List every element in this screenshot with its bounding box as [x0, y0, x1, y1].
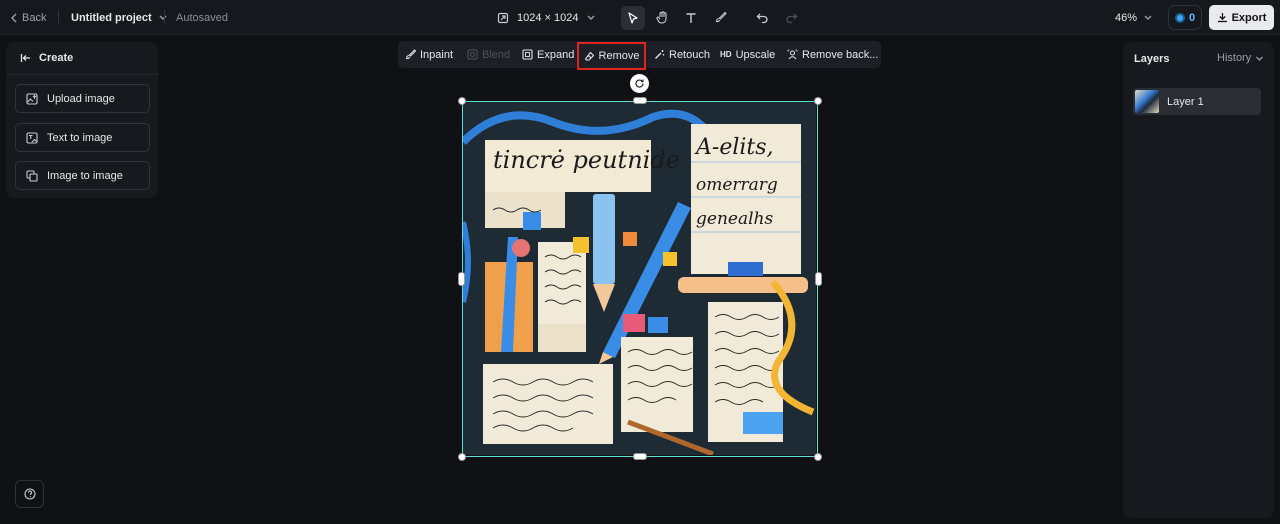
inpaint-label: Inpaint — [420, 48, 454, 61]
chevron-down-icon — [1255, 55, 1264, 62]
text-tool[interactable] — [679, 6, 703, 30]
undo-icon — [756, 12, 769, 24]
expand-label: Expand — [537, 48, 575, 61]
hand-icon — [655, 11, 669, 24]
edit-toolbar: Inpaint Blend Expand Remove Retouch HD U… — [398, 41, 881, 70]
image-to-image-label: Image to image — [47, 169, 123, 182]
create-panel-title: Create — [39, 52, 74, 64]
canvas-size-dropdown[interactable]: 1024 × 1024 — [497, 0, 596, 35]
brush-icon — [714, 11, 727, 24]
divider — [58, 10, 59, 25]
download-icon — [1217, 12, 1228, 23]
canvas-image[interactable]: tincrė peutnide A-elits, omerrarg geneal… — [462, 101, 818, 457]
undo-button[interactable] — [750, 6, 774, 30]
remove-background-label: Remove back... — [802, 48, 879, 61]
remove-background-icon — [787, 49, 798, 60]
image-to-image-icon — [26, 169, 38, 182]
resize-handle-left[interactable] — [458, 272, 465, 286]
layers-title[interactable]: Layers — [1134, 53, 1169, 65]
upload-image-button[interactable]: Upload image — [15, 84, 150, 113]
select-tool[interactable] — [621, 5, 645, 30]
text-to-image-button[interactable]: Text to image — [15, 123, 150, 152]
resize-handle-bottom[interactable] — [633, 453, 647, 460]
export-label: Export — [1231, 11, 1267, 24]
layer-name: Layer 1 — [1167, 95, 1204, 108]
upscale-label: Upscale — [735, 48, 776, 61]
resize-handle-bottom-left[interactable] — [458, 453, 466, 461]
redo-button[interactable] — [779, 6, 803, 30]
text-to-image-icon — [26, 131, 38, 144]
project-name: Untitled project — [71, 11, 152, 24]
resize-handle-top-right[interactable] — [814, 97, 822, 105]
rotate-handle[interactable] — [630, 74, 649, 93]
upload-image-label: Upload image — [47, 92, 115, 105]
pan-tool[interactable] — [650, 6, 674, 30]
image-to-image-button[interactable]: Image to image — [15, 161, 150, 190]
credit-coin-icon — [1174, 12, 1185, 23]
upscale-button[interactable]: HD Upscale — [720, 41, 775, 68]
project-name-dropdown[interactable]: Untitled project — [71, 0, 168, 35]
brush-icon — [405, 49, 416, 60]
image-text-4: genealhs — [696, 209, 773, 229]
blend-icon — [467, 49, 478, 60]
remove-background-button[interactable]: Remove back... — [787, 41, 878, 68]
layer-item[interactable]: Layer 1 — [1133, 88, 1261, 115]
back-label: Back — [22, 11, 47, 24]
arrow-left-icon — [20, 53, 31, 63]
resize-handle-right[interactable] — [815, 272, 822, 286]
retouch-button[interactable]: Retouch — [654, 41, 710, 68]
canvas-tools — [621, 0, 803, 35]
resize-icon — [497, 12, 509, 24]
inpaint-button[interactable]: Inpaint — [405, 41, 453, 68]
text-icon — [685, 12, 697, 24]
redo-icon — [785, 12, 798, 24]
resize-handle-top[interactable] — [633, 97, 647, 104]
eraser-icon — [584, 51, 595, 62]
help-icon — [23, 488, 36, 500]
remove-label: Remove — [598, 50, 640, 62]
history-label: History — [1217, 52, 1252, 64]
draw-tool[interactable] — [708, 6, 732, 30]
chevron-left-icon — [10, 13, 18, 23]
back-button[interactable]: Back — [10, 0, 46, 35]
autosave-status: Autosaved — [176, 11, 228, 24]
chevron-down-icon — [1143, 14, 1153, 22]
layer-thumbnail — [1135, 90, 1159, 113]
blend-label: Blend — [482, 48, 511, 61]
canvas-size: 1024 × 1024 — [517, 11, 579, 24]
divider — [164, 10, 165, 25]
image-text-3: omerrarg — [696, 175, 778, 195]
top-bar: Back Untitled project Autosaved 1024 × 1… — [0, 0, 1280, 35]
create-panel-header[interactable]: Create — [6, 42, 158, 75]
resize-handle-bottom-right[interactable] — [814, 453, 822, 461]
create-panel: Create Upload image Text to image Image … — [6, 42, 158, 198]
zoom-dropdown[interactable]: 46% — [1115, 0, 1153, 35]
image-text-2: A-elits, — [694, 135, 774, 160]
chevron-down-icon — [586, 14, 596, 22]
expand-icon — [522, 49, 533, 60]
history-tab[interactable]: History — [1217, 52, 1264, 64]
remove-button[interactable]: Remove — [577, 42, 646, 70]
magic-wand-icon — [654, 49, 665, 60]
hd-icon: HD — [720, 50, 732, 59]
expand-button[interactable]: Expand — [522, 41, 574, 68]
layers-panel-header: Layers History — [1123, 42, 1274, 76]
credits-count: 0 — [1188, 11, 1196, 24]
credits-button[interactable]: 0 — [1168, 5, 1202, 30]
help-button[interactable] — [15, 480, 44, 508]
resize-handle-top-left[interactable] — [458, 97, 466, 105]
text-to-image-label: Text to image — [47, 131, 113, 144]
zoom-level: 46% — [1115, 11, 1138, 24]
generated-image: tincrė peutnide A-elits, omerrarg geneal… — [463, 102, 816, 455]
layers-panel: Layers History Layer 1 — [1123, 42, 1274, 518]
export-button[interactable]: Export — [1209, 5, 1274, 30]
upload-image-icon — [26, 92, 38, 105]
pointer-icon — [627, 11, 639, 24]
retouch-label: Retouch — [669, 48, 710, 61]
blend-button[interactable]: Blend — [467, 41, 510, 68]
chevron-down-icon — [158, 14, 168, 22]
rotate-icon — [634, 78, 645, 89]
image-text-1: tincrė peutnide — [493, 146, 680, 174]
